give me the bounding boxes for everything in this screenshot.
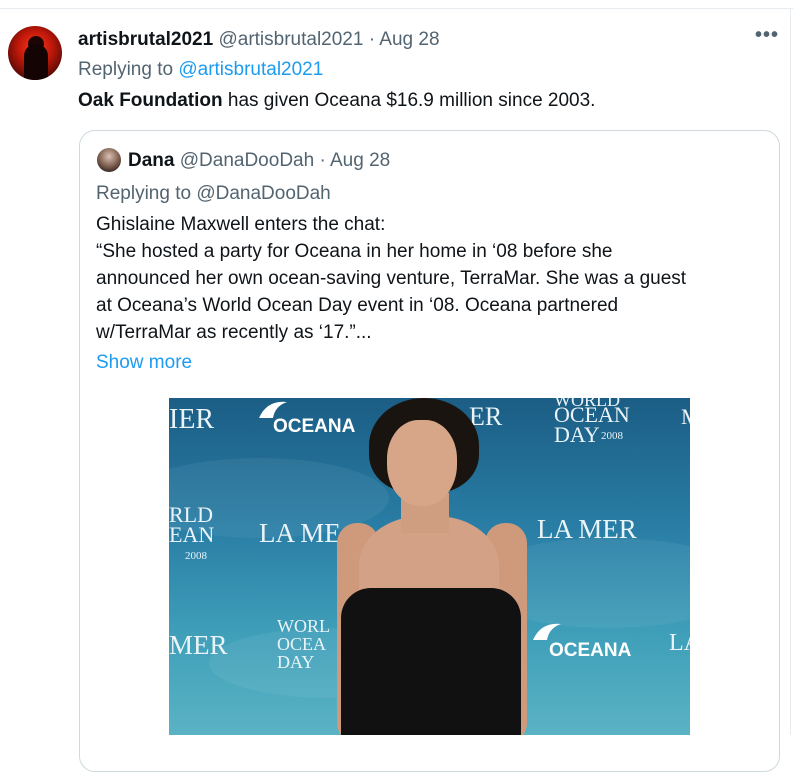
replying-mention[interactable]: @artisbrutal2021 <box>178 59 323 80</box>
handle[interactable]: @artisbrutal2021 <box>218 29 363 50</box>
quote-photo[interactable]: IER OCEANA ER WORLD OCEAN DAY 2008 M RLD… <box>169 398 690 735</box>
backdrop-text: M <box>681 404 690 430</box>
backdrop-text: 2008 <box>601 430 623 442</box>
display-name[interactable]: artisbrutal2021 <box>78 29 213 50</box>
quote-replying-to: Replying to @DanaDooDah <box>96 183 331 204</box>
oceana-wave-logo <box>533 623 561 640</box>
backdrop-text: EAN <box>169 522 215 547</box>
top-divider <box>0 8 793 9</box>
more-horizontal-icon[interactable]: ••• <box>755 24 779 47</box>
backdrop-text: LA <box>669 630 690 656</box>
replying-to: Replying to @artisbrutal2021 <box>78 58 323 82</box>
replying-prefix: Replying to <box>78 59 174 80</box>
quote-timestamp[interactable]: · Aug 28 <box>319 150 390 171</box>
quote-line: at Oceana’s World Ocean Day event in ‘08… <box>96 295 619 316</box>
quote-line: Ghislaine Maxwell enters the chat: <box>96 214 386 235</box>
show-more-link[interactable]: Show more <box>96 350 192 376</box>
backdrop-text: LA ME <box>259 518 341 548</box>
quote-line: announced her own ocean-saving venture, … <box>96 268 687 289</box>
tweet-text: Oak Foundation has given Oceana $16.9 mi… <box>78 88 595 114</box>
tweet-text-rest: has given Oceana $16.9 million since 200… <box>222 90 596 111</box>
backdrop-text: DAY <box>277 652 315 672</box>
person-face <box>387 420 457 506</box>
quote-body: Ghislaine Maxwell enters the chat: “She … <box>96 211 686 346</box>
quote-header: Dana @DanaDooDah · Aug 28 <box>128 148 390 174</box>
right-divider <box>790 8 791 735</box>
timestamp[interactable]: · Aug 28 <box>369 29 440 50</box>
quote-display-name[interactable]: Dana <box>128 150 174 171</box>
quote-line: “She hosted a party for Oceana in her ho… <box>96 241 613 262</box>
tweet-text-bold: Oak Foundation <box>78 90 223 111</box>
avatar[interactable] <box>8 26 62 80</box>
quote-handle[interactable]: @DanaDooDah <box>180 150 314 171</box>
backdrop-text: 2008 <box>185 550 207 562</box>
backdrop-text: IER <box>169 404 215 435</box>
avatar-figure <box>24 44 48 80</box>
tweet-header: artisbrutal2021 @artisbrutal2021 · Aug 2… <box>78 28 440 52</box>
person-dress <box>341 588 521 735</box>
backdrop-text: OCEANA <box>549 640 632 661</box>
quote-avatar[interactable] <box>97 148 121 172</box>
backdrop-text: MER <box>169 630 228 660</box>
quote-line: w/TerraMar as recently as ‘17.”... <box>96 322 372 343</box>
oceana-wave-logo <box>259 401 287 418</box>
backdrop-text: LA MER <box>537 514 637 544</box>
backdrop-text: DAY <box>554 422 600 447</box>
